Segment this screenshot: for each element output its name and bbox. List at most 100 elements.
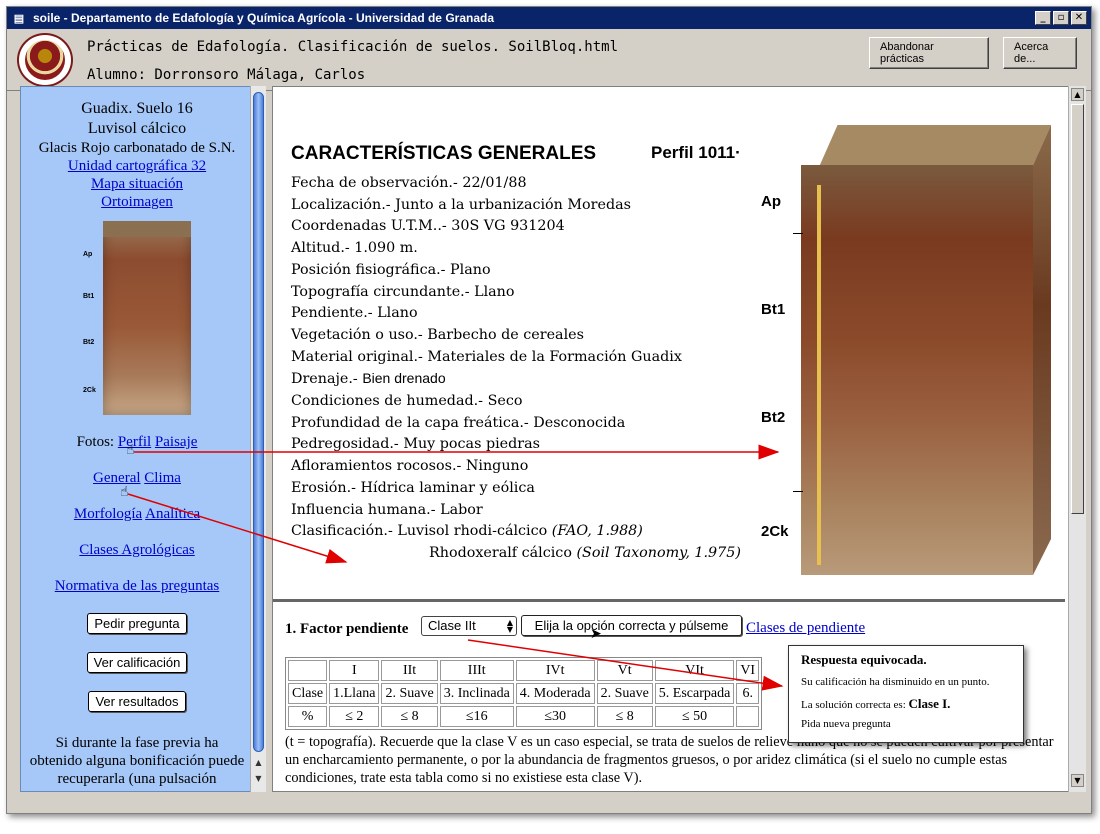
arrow-cursor-icon: ➤ — [590, 626, 602, 642]
table-cell: ≤ 8 — [596, 706, 653, 727]
table-cell: 2. Suave — [596, 683, 653, 704]
ver-calificacion-button[interactable]: Ver calificación — [86, 652, 188, 673]
doc-line: Pedregosidad.- Muy pocas piedras — [291, 436, 540, 453]
practice-title: Prácticas de Edafología. Clasificación d… — [87, 39, 619, 55]
soil-name: Luvisol cálcico — [87, 120, 187, 137]
title-bar[interactable]: ▤ soile - Departamento de Edafología y Q… — [7, 7, 1091, 29]
horizon-label: 2Ck — [761, 523, 789, 540]
link-clases-pendiente[interactable]: Clases de pendiente — [746, 620, 865, 637]
doc-line: Coordenadas U.T.M..- 30S VG 931204 — [291, 218, 565, 235]
table-cell: I — [329, 660, 380, 681]
doc-line: Rhodoxeralf cálcico (Soil Taxonomy, 1.97… — [429, 544, 741, 561]
doc-line: Material original.- Materiales de la For… — [291, 348, 682, 365]
seal-icon — [25, 40, 65, 80]
maximize-button[interactable]: ▫ — [1053, 11, 1069, 25]
doc-line: Fecha de observación.- 22/01/88 — [291, 175, 527, 191]
scroll-down-icon[interactable]: ▼ — [1071, 774, 1084, 787]
minimize-button[interactable]: _ — [1035, 11, 1051, 25]
scroll-down-icon[interactable]: ▼ — [252, 774, 265, 786]
bonus-info-text: Si durante la fase previa ha obtenido al… — [29, 735, 245, 787]
popup-title: Respuesta equivocada. — [801, 652, 927, 667]
table-cell: ≤ 2 — [329, 706, 380, 727]
popup-next-hint: Pida nueva pregunta — [801, 718, 891, 730]
table-row: Clase 1.Llana 2. Suave 3. Inclinada 4. Moder… — [288, 683, 760, 704]
horizon-label: Ap — [761, 193, 781, 210]
link-clases-agrologicas[interactable]: Clases Agrológicas — [79, 542, 194, 558]
table-cell: VI — [736, 660, 760, 681]
table-cell — [288, 660, 328, 681]
acerca-button[interactable]: Acerca de... — [1003, 37, 1077, 69]
link-analitica[interactable]: Analítica — [145, 506, 200, 522]
table-cell: Vt — [596, 660, 653, 681]
app-header: Prácticas de Edafología. Clasificación d… — [7, 29, 1091, 91]
table-cell: IVt — [515, 660, 595, 681]
site-title: Guadix. Suelo 16 — [81, 100, 193, 117]
table-cell: VIt — [654, 660, 735, 681]
hand-cursor-icon: ☝ — [120, 484, 129, 500]
table-cell: IIIt — [439, 660, 514, 681]
horizon-label: Bt1 — [761, 301, 786, 318]
doc-line: Vegetación o uso.- Barbecho de cereales — [291, 326, 584, 343]
right-scroll-thumb[interactable] — [1071, 104, 1084, 514]
horizon-label: Bt2 — [761, 409, 786, 426]
doc-line: Erosión.- Hídrica laminar y eólica — [291, 479, 535, 496]
link-general[interactable]: General — [93, 470, 140, 486]
doc-line: Localización.- Junto a la urbanización M… — [291, 196, 631, 213]
link-clima[interactable]: Clima — [144, 470, 181, 486]
popup-correct-answer: Clase I. — [908, 696, 951, 711]
frame-divider[interactable] — [273, 599, 1065, 602]
link-morfologia[interactable]: Morfología — [74, 506, 142, 522]
university-logo — [17, 33, 73, 87]
table-cell: 6. — [736, 683, 760, 704]
profile-thumbnail[interactable]: Ap Bt1 Bt2 2Ck — [83, 221, 191, 415]
scroll-up-icon[interactable]: ▲ — [252, 758, 265, 770]
doc-line: Posición fisiográfica.- Plano — [291, 261, 491, 278]
right-scrollbar[interactable]: ▲ ▼ — [1068, 86, 1086, 792]
table-cell: 1.Llana — [329, 683, 380, 704]
slope-class-table: I IIt IIIt IVt Vt VIt VI Clase 1.Llana 2. Suave 3… — [285, 657, 763, 730]
table-row: % ≤ 2 ≤ 8 ≤16 ≤30 ≤ 8 ≤ 50 — [288, 706, 760, 727]
submit-answer-button[interactable]: Elija la opción correcta y púlseme — [521, 615, 742, 636]
class-select-value: Clase IIt — [428, 618, 476, 633]
doc-line: Topografía circundante.- Llano — [291, 283, 515, 300]
soil-profile-image — [103, 221, 191, 415]
table-cell: ≤ 8 — [381, 706, 438, 727]
left-scrollbar[interactable]: ▲ ▼ — [250, 86, 266, 792]
pedir-pregunta-button[interactable]: Pedir pregunta — [87, 613, 187, 634]
doc-perfil-number: Perfil 1011· — [651, 143, 741, 162]
window-title: soile - Departamento de Edafología y Quí… — [33, 11, 495, 25]
doc-line: Influencia humana.- Labor — [291, 501, 483, 518]
link-paisaje[interactable]: Paisaje — [155, 434, 198, 450]
close-button[interactable]: ✕ — [1071, 11, 1087, 25]
scroll-up-icon[interactable]: ▲ — [1071, 88, 1084, 101]
table-cell: % — [288, 706, 328, 727]
class-select[interactable]: Clase IIt ▲ ▼ — [421, 616, 517, 636]
question-title: 1. Factor pendiente — [285, 621, 409, 637]
table-cell: 4. Moderada — [515, 683, 595, 704]
thumb-horizon-label: Ap — [83, 251, 93, 258]
doc-line: Condiciones de humedad.- Seco — [291, 393, 523, 410]
fotos-label: Fotos: — [76, 434, 118, 450]
table-cell — [736, 706, 760, 727]
link-normativa[interactable]: Normativa de las preguntas — [55, 578, 220, 594]
table-cell: Clase — [288, 683, 328, 704]
student-name: Alumno: Dorronsoro Málaga, Carlos — [87, 67, 366, 83]
left-scroll-thumb[interactable] — [253, 92, 264, 752]
link-mapa-situacion[interactable]: Mapa situación — [21, 175, 253, 193]
table-cell: ≤30 — [515, 706, 595, 727]
ver-resultados-button[interactable]: Ver resultados — [88, 691, 186, 712]
link-unidad-cartografica[interactable]: Unidad cartográfica 32 — [21, 157, 253, 175]
doc-lines: Fecha de observación.- 22/01/88 Localizac… — [291, 173, 741, 565]
abandonar-button[interactable]: Abandonar prácticas — [869, 37, 989, 69]
doc-line: Profundidad de la capa freática.- Descon… — [291, 414, 626, 431]
table-cell: ≤ 50 — [654, 706, 735, 727]
thumb-horizon-label: Bt1 — [83, 293, 95, 300]
soil-profile-photo — [801, 125, 1051, 575]
link-ortoimagen[interactable]: Ortoimagen — [21, 193, 253, 211]
table-cell: 2. Suave — [381, 683, 438, 704]
table-cell: IIt — [381, 660, 438, 681]
table-cell: 3. Inclinada — [439, 683, 514, 704]
measuring-tape — [817, 185, 821, 565]
landform: Glacis Rojo carbonatado de S.N. — [38, 140, 236, 156]
feedback-popup: Respuesta equivocada. Su calificación ha… — [788, 645, 1024, 743]
